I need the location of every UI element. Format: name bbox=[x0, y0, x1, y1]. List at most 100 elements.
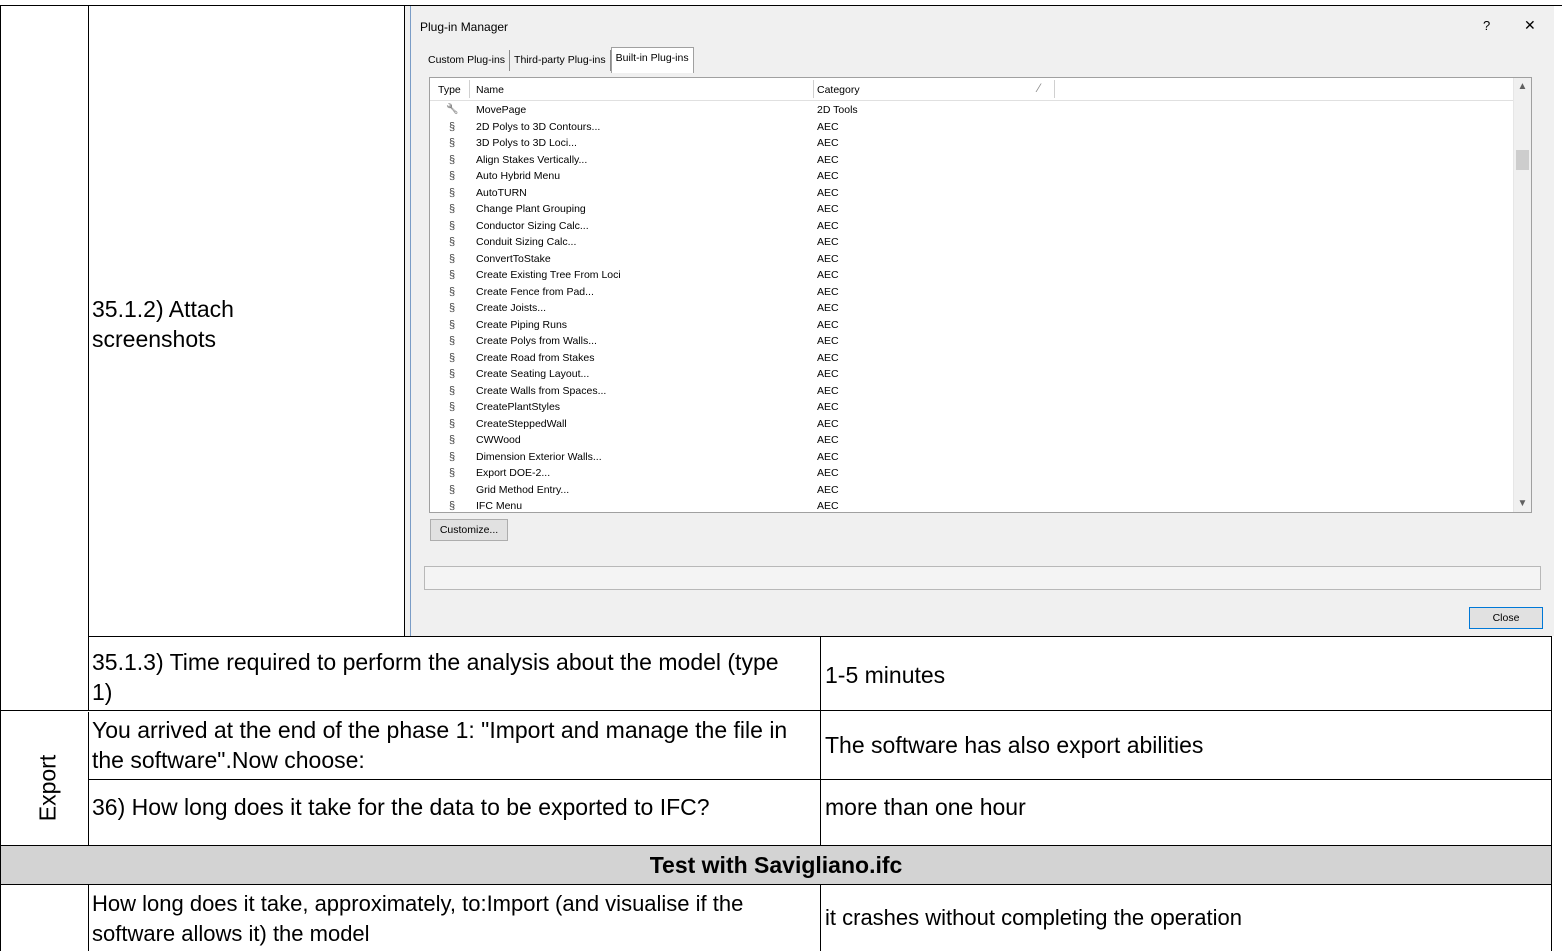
plugin-icon: § bbox=[448, 236, 456, 248]
plugin-category: AEC bbox=[817, 434, 839, 446]
plugin-icon: § bbox=[448, 368, 456, 380]
table-right-border bbox=[1551, 635, 1552, 951]
plugin-icon: § bbox=[448, 269, 456, 281]
list-item[interactable]: § Create Seating Layout... AEC bbox=[430, 366, 1513, 383]
attach-screenshots-label: 35.1.2) Attach screenshots bbox=[92, 296, 234, 352]
q36-answer: more than one hour bbox=[825, 794, 1026, 820]
plugin-icon: § bbox=[448, 401, 456, 413]
list-item[interactable]: § Create Piping Runs AEC bbox=[430, 317, 1513, 334]
plugin-icon: § bbox=[448, 450, 456, 463]
wrench-icon: 🔧 bbox=[446, 104, 459, 115]
list-item[interactable]: § 3D Polys to 3D Loci... AEC bbox=[430, 135, 1513, 152]
plugin-category: AEC bbox=[817, 450, 839, 463]
customize-button[interactable]: Customize... bbox=[430, 519, 508, 541]
plugin-rows: 🔧 MovePage 2D Tools § 2D Polys to 3D Contour… bbox=[430, 102, 1513, 512]
plugin-name: CreatePlantStyles bbox=[476, 401, 561, 413]
col-divider bbox=[820, 884, 821, 951]
plugin-name: Align Stakes Vertically... bbox=[476, 153, 588, 166]
list-item[interactable]: § Create Polys from Walls... AEC bbox=[430, 333, 1513, 350]
close-icon[interactable]: ✕ bbox=[1524, 17, 1536, 34]
plugin-name: Create Joists... bbox=[476, 302, 547, 314]
list-item[interactable]: 🔧 MovePage 2D Tools bbox=[430, 102, 1513, 119]
plugin-name: Conductor Sizing Calc... bbox=[476, 219, 589, 232]
plugin-category: AEC bbox=[817, 252, 839, 265]
plugin-icon: § bbox=[448, 302, 456, 314]
scroll-up-icon[interactable]: ▲ bbox=[1514, 78, 1531, 95]
row-divider bbox=[88, 636, 1552, 637]
plugin-icon: § bbox=[448, 434, 456, 446]
status-field bbox=[424, 566, 1541, 590]
plugin-name: Create Fence from Pad... bbox=[476, 285, 594, 298]
column-header-name[interactable]: Name bbox=[476, 84, 504, 96]
col-divider bbox=[820, 636, 821, 845]
list-item[interactable]: § Create Existing Tree From Loci AEC bbox=[430, 267, 1513, 284]
plugin-category: AEC bbox=[817, 417, 839, 430]
plugin-name: AutoTURN bbox=[476, 186, 527, 199]
list-item[interactable]: § Auto Hybrid Menu AEC bbox=[430, 168, 1513, 185]
plugin-category: AEC bbox=[817, 137, 839, 149]
column-header-type[interactable]: Type bbox=[438, 84, 461, 96]
list-item[interactable]: § Create Walls from Spaces... AEC bbox=[430, 383, 1513, 400]
list-item[interactable]: § Change Plant Grouping AEC bbox=[430, 201, 1513, 218]
plugin-icon: § bbox=[448, 384, 456, 397]
plugin-category: AEC bbox=[817, 401, 839, 413]
plugin-name: Create Existing Tree From Loci bbox=[476, 269, 621, 281]
plugin-name: CreateSteppedWall bbox=[476, 417, 567, 430]
dialog-title: Plug-in Manager bbox=[420, 20, 509, 34]
import-answer: it crashes without completing the operat… bbox=[825, 905, 1243, 930]
tab-custom-plugins[interactable]: Custom Plug-ins bbox=[424, 50, 511, 71]
plugin-name: Export DOE-2... bbox=[476, 467, 551, 479]
list-item[interactable]: § ConvertToStake AEC bbox=[430, 251, 1513, 268]
plugin-icon: § bbox=[448, 335, 456, 347]
plugin-name: Dimension Exterior Walls... bbox=[476, 450, 602, 463]
plugin-icon: § bbox=[448, 137, 456, 149]
time-question: 35.1.3) Time required to perform the ana… bbox=[92, 649, 779, 705]
list-item[interactable]: § Export DOE-2... AEC bbox=[430, 465, 1513, 482]
tab-third-party-plugins[interactable]: Third-party Plug-ins bbox=[510, 50, 611, 71]
plugin-category: AEC bbox=[817, 269, 839, 281]
q36-question: 36) How long does it take for the data t… bbox=[92, 794, 710, 820]
list-item[interactable]: § Create Joists... AEC bbox=[430, 300, 1513, 317]
plugin-name: Auto Hybrid Menu bbox=[476, 170, 561, 182]
list-item[interactable]: § AutoTURN AEC bbox=[430, 185, 1513, 202]
plugin-name: Change Plant Grouping bbox=[476, 203, 586, 215]
plugin-name: Create Seating Layout... bbox=[476, 368, 590, 380]
list-item[interactable]: § Conductor Sizing Calc... AEC bbox=[430, 218, 1513, 235]
column-header-category[interactable]: Category bbox=[817, 84, 860, 96]
plugin-name: Create Piping Runs bbox=[476, 318, 568, 331]
list-item[interactable]: § IFC Menu AEC bbox=[430, 498, 1513, 512]
scroll-down-icon[interactable]: ▼ bbox=[1514, 495, 1531, 512]
list-item[interactable]: § Grid Method Entry... AEC bbox=[430, 482, 1513, 499]
list-item[interactable]: § Align Stakes Vertically... AEC bbox=[430, 152, 1513, 169]
plugin-category: 2D Tools bbox=[817, 104, 858, 116]
vertical-scrollbar[interactable]: ▲ ▼ bbox=[1513, 78, 1531, 512]
col-divider bbox=[88, 884, 89, 951]
list-item[interactable]: § 2D Polys to 3D Contours... AEC bbox=[430, 119, 1513, 136]
scroll-thumb[interactable] bbox=[1516, 150, 1529, 170]
list-item[interactable]: § CreatePlantStyles AEC bbox=[430, 399, 1513, 416]
plugin-name: 2D Polys to 3D Contours... bbox=[476, 120, 601, 133]
plugin-category: AEC bbox=[817, 384, 839, 397]
close-button[interactable]: Close bbox=[1469, 607, 1543, 629]
list-item[interactable]: § CreateSteppedWall AEC bbox=[430, 416, 1513, 433]
plugin-name: CWWood bbox=[476, 434, 521, 446]
plugin-icon: § bbox=[448, 500, 456, 512]
plugin-list[interactable]: Type Name Category ⁄ 🔧 MovePage 2D Tools § 2… bbox=[429, 77, 1532, 513]
test-header-band: Test with Savigliano.ifc bbox=[1, 846, 1551, 884]
plugin-name: 3D Polys to 3D Loci... bbox=[476, 137, 577, 149]
plugin-category: AEC bbox=[817, 368, 839, 380]
tab-built-in-plugins[interactable]: Built-in Plug-ins bbox=[610, 47, 694, 73]
list-item[interactable]: § Create Fence from Pad... AEC bbox=[430, 284, 1513, 301]
list-item[interactable]: § CWWood AEC bbox=[430, 432, 1513, 449]
col-divider bbox=[88, 5, 89, 710]
row-divider bbox=[0, 710, 1552, 711]
sort-indicator-icon: ⁄ bbox=[1038, 81, 1041, 95]
plugin-category: AEC bbox=[817, 120, 839, 133]
plugin-icon: § bbox=[448, 203, 456, 215]
list-item[interactable]: § Conduit Sizing Calc... AEC bbox=[430, 234, 1513, 251]
list-item[interactable]: § Dimension Exterior Walls... AEC bbox=[430, 449, 1513, 466]
export-section-text: Export bbox=[34, 754, 61, 822]
plugin-category: AEC bbox=[817, 170, 839, 182]
help-button[interactable]: ? bbox=[1483, 18, 1490, 33]
list-item[interactable]: § Create Road from Stakes AEC bbox=[430, 350, 1513, 367]
